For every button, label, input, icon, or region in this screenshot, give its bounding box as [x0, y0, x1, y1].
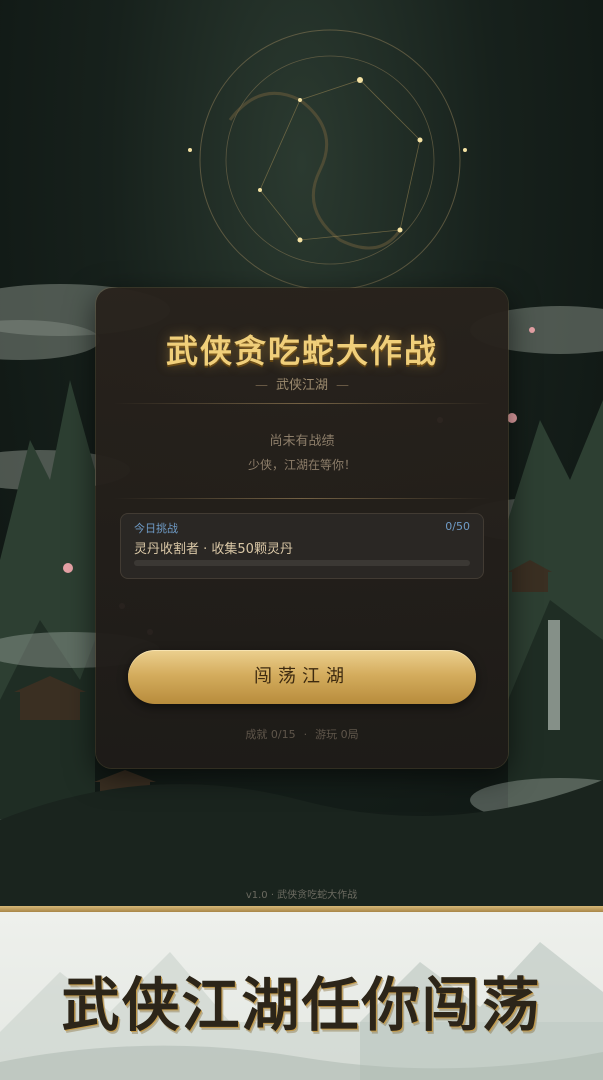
version-footer: v1.0 · 武侠贪吃蛇大作战: [245, 890, 358, 901]
title-divider: [114, 403, 490, 404]
daily-challenge-label: 今日挑战: [134, 522, 178, 535]
subtitle-dash-left: —: [254, 378, 268, 393]
start-game-button[interactable]: 闯荡江湖: [128, 650, 476, 704]
daily-challenge-count: 0/50: [445, 520, 470, 533]
promo-banner: 武侠江湖任你闯荡: [0, 912, 603, 1080]
waiting-text: 少侠，江湖在等你！: [247, 458, 356, 472]
record-divider: [114, 498, 490, 499]
main-menu-card: 武侠贪吃蛇大作战 — 武侠江湖 — 尚未有战绩 少侠，江湖在等你！ 今日挑战 0/5…: [96, 288, 508, 768]
no-record-text: 尚未有战绩: [269, 434, 335, 449]
daily-challenge-progress-bar: [134, 560, 470, 566]
game-title: 武侠贪吃蛇大作战: [165, 332, 438, 370]
game-subtitle: — 武侠江湖 —: [96, 374, 508, 393]
achievements-stat: 成就 0/15: [245, 728, 296, 741]
player-stats: 成就 0/15 · 游玩 0局: [96, 726, 508, 742]
subtitle-text: 武侠江湖: [275, 378, 328, 393]
daily-challenge-description: 灵丹收割者 · 收集50颗灵丹: [134, 542, 293, 557]
plays-stat: 游玩 0局: [315, 728, 359, 741]
stats-separator: ·: [303, 728, 308, 741]
subtitle-dash-right: —: [336, 378, 349, 393]
banner-slogan: 武侠江湖任你闯荡: [61, 971, 542, 1039]
daily-challenge-panel: 今日挑战 0/50 灵丹收割者 · 收集50颗灵丹: [120, 513, 484, 579]
